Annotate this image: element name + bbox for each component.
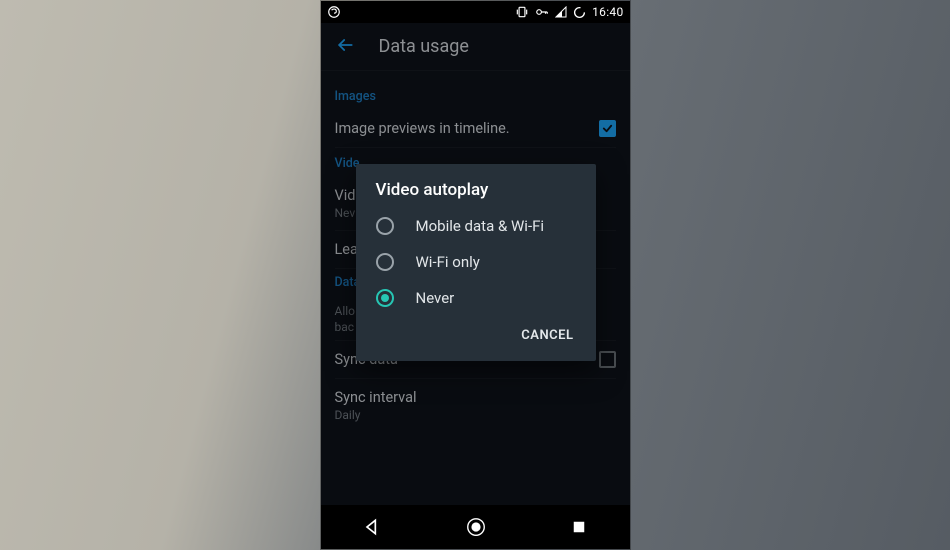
checkbox-unchecked-icon[interactable] <box>599 351 616 368</box>
option-mobile-wifi[interactable]: Mobile data & Wi-Fi <box>356 208 596 244</box>
nav-recents-icon[interactable] <box>570 518 588 536</box>
row-label: Allo <box>335 304 356 318</box>
radio-selected-icon <box>376 289 394 307</box>
loading-circle-icon <box>573 6 586 19</box>
radio-unselected-icon <box>376 253 394 271</box>
vpn-key-icon <box>535 5 549 19</box>
row-sublabel: Nev <box>335 206 356 220</box>
option-label: Mobile data & Wi-Fi <box>416 217 545 235</box>
row-label: Sync interval <box>335 389 417 406</box>
dialog-title: Video autoplay <box>356 164 596 208</box>
vibrate-icon <box>515 5 529 19</box>
nav-back-icon[interactable] <box>362 517 382 537</box>
signal-icon <box>555 6 567 18</box>
nav-home-icon[interactable] <box>465 516 487 538</box>
status-clock: 16:40 <box>592 5 623 19</box>
option-never[interactable]: Never <box>356 280 596 316</box>
radio-unselected-icon <box>376 217 394 235</box>
option-label: Never <box>416 289 455 307</box>
app-bar: Data usage <box>321 23 630 71</box>
checkbox-checked-icon[interactable] <box>599 120 616 137</box>
row-label: Vid <box>335 187 356 204</box>
system-nav-bar <box>321 505 630 549</box>
option-label: Wi-Fi only <box>416 253 480 271</box>
row-sync-interval[interactable]: Sync interval Daily <box>335 379 616 432</box>
row-label: Lea <box>335 241 358 258</box>
option-wifi-only[interactable]: Wi-Fi only <box>356 244 596 280</box>
back-arrow-icon[interactable] <box>335 35 355 59</box>
row-image-previews[interactable]: Image previews in timeline. <box>335 110 616 148</box>
whatsapp-icon <box>327 5 341 19</box>
row-label: Image previews in timeline. <box>335 120 510 137</box>
cancel-button[interactable]: CANCEL <box>513 322 581 349</box>
row-sublabel: Daily <box>335 408 417 422</box>
section-header-images: Images <box>335 89 616 104</box>
dialog-actions: CANCEL <box>356 316 596 357</box>
row-sublabel: bac <box>335 320 356 334</box>
phone-frame: 16:40 Data usage Images Image previews i… <box>321 1 630 549</box>
video-autoplay-dialog: Video autoplay Mobile data & Wi-Fi Wi-Fi… <box>356 164 596 361</box>
status-bar: 16:40 <box>321 1 630 23</box>
page-title: Data usage <box>379 36 469 57</box>
